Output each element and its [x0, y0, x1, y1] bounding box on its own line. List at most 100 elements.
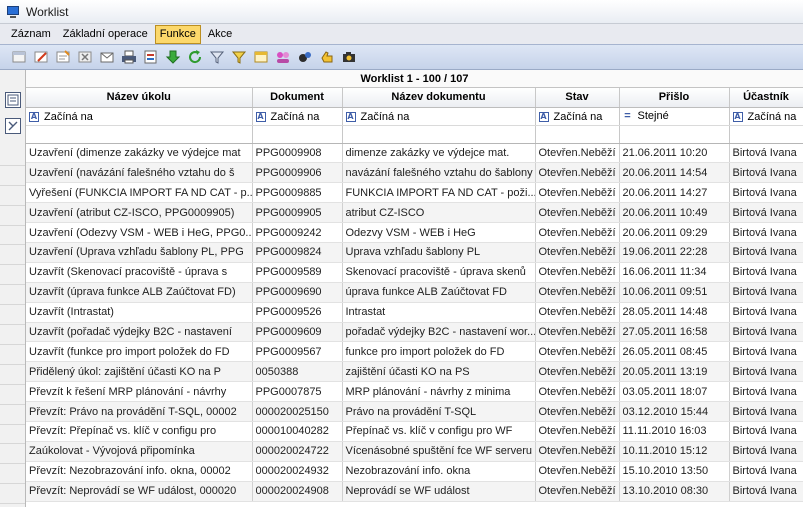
mail-icon[interactable]	[98, 48, 116, 66]
column-header-stav[interactable]: Stav	[535, 88, 620, 108]
cell-stav[interactable]: Otevřen.Neběží	[535, 162, 620, 184]
cell-nazev-dokumentu[interactable]: Právo na provádění T-SQL	[342, 401, 536, 422]
new-record-icon[interactable]	[10, 48, 28, 66]
filter-input-prislo[interactable]	[619, 125, 730, 144]
table-row[interactable]: Uzavřít (funkce pro import položek do FD…	[26, 341, 803, 363]
cell-dokument[interactable]: PPG0007875	[252, 381, 343, 403]
filter-operator-nazev-dokumentu[interactable]: A Začíná na	[342, 107, 536, 126]
menu-zakladni-operace[interactable]: Základní operace	[58, 25, 153, 44]
filter-input-dokument[interactable]	[252, 125, 343, 144]
cell-nazev-ukolu[interactable]: Uzavřít (pořadač výdejky B2C - nastavení	[26, 322, 253, 343]
table-row[interactable]: Uzavřít (pořadač výdejky B2C - nastavení…	[26, 322, 803, 343]
cell-dokument[interactable]: PPG0009906	[252, 162, 343, 184]
cell-dokument[interactable]: 000020025150	[252, 401, 343, 422]
column-header-dokument[interactable]: Dokument	[252, 88, 343, 108]
cell-prislo[interactable]: 03.05.2011 18:07	[619, 381, 730, 403]
cell-stav[interactable]: Otevřen.Neběží	[535, 222, 620, 243]
filter-input-ucastnik[interactable]	[729, 125, 803, 144]
table-row[interactable]: Uzavření (navázání falešného vztahu do š…	[26, 162, 803, 184]
cell-nazev-dokumentu[interactable]: Neprovádí se WF událost	[342, 481, 536, 502]
cell-prislo[interactable]: 03.12.2010 15:44	[619, 401, 730, 422]
cell-nazev-ukolu[interactable]: Vyřešení (FUNKCIA IMPORT FA ND CAT - p..…	[26, 182, 253, 204]
filter-input-nazev-ukolu[interactable]	[26, 125, 253, 144]
menu-akce[interactable]: Akce	[203, 25, 237, 44]
table-row[interactable]: Zaúkolovat - Vývojová připomínka 00002002…	[26, 441, 803, 462]
cell-nazev-dokumentu[interactable]: Uprava vzhľadu šablony PL	[342, 242, 536, 263]
cell-dokument[interactable]: PPG0009609	[252, 322, 343, 343]
row-selector[interactable]	[0, 186, 25, 206]
move-down-icon[interactable]	[164, 48, 182, 66]
cell-dokument[interactable]: PPG0009690	[252, 282, 343, 303]
row-selector[interactable]	[0, 325, 25, 345]
clear-grid-icon[interactable]	[5, 118, 21, 134]
edit-record-icon[interactable]	[32, 48, 50, 66]
cell-nazev-dokumentu[interactable]: Vícenásobné spuštění fce WF serveru	[342, 441, 536, 462]
row-selector[interactable]	[0, 305, 25, 326]
hand-point-icon[interactable]	[318, 48, 336, 66]
cell-nazev-dokumentu[interactable]: Skenovací pracoviště - úprava skenů	[342, 262, 536, 283]
cell-prislo[interactable]: 10.06.2011 09:51	[619, 282, 730, 303]
edit-form-icon[interactable]	[54, 48, 72, 66]
cell-stav[interactable]: Otevřen.Neběží	[535, 361, 620, 383]
cell-nazev-dokumentu[interactable]: Přepínač vs. klíč v configu pro WF	[342, 421, 536, 442]
cell-stav[interactable]: Otevřen.Neběží	[535, 401, 620, 422]
cell-nazev-ukolu[interactable]: Zaúkolovat - Vývojová připomínka	[26, 441, 253, 462]
cell-nazev-dokumentu[interactable]: FUNKCIA IMPORT FA ND CAT - poži...	[342, 182, 536, 204]
table-row[interactable]: Převzít: Přepínač vs. klíč v configu pro…	[26, 421, 803, 442]
table-row[interactable]: Uzavření (dimenze zakázky ve výdejce mat…	[26, 143, 803, 164]
column-header-ucastnik[interactable]: Účastník	[729, 88, 803, 108]
cell-nazev-ukolu[interactable]: Přidělený úkol: zajištění účasti KO na P	[26, 361, 253, 383]
cell-ucastnik[interactable]: Birtová Ivana	[729, 143, 803, 164]
filter-operator-ucastnik[interactable]: A Začíná na	[729, 107, 803, 126]
cell-ucastnik[interactable]: Birtová Ivana	[729, 441, 803, 462]
cell-stav[interactable]: Otevřen.Neběží	[535, 143, 620, 164]
row-selector[interactable]	[0, 285, 25, 306]
window-icon[interactable]	[252, 48, 270, 66]
cell-stav[interactable]: Otevřen.Neběží	[535, 481, 620, 502]
row-selector[interactable]	[0, 385, 25, 405]
cell-prislo[interactable]: 20.06.2011 09:29	[619, 222, 730, 243]
row-selector[interactable]	[0, 265, 25, 286]
table-row[interactable]: Uzavřít (Intrastat) PPG0009526 Intrastat Ot…	[26, 302, 803, 323]
cell-dokument[interactable]: PPG0009908	[252, 143, 343, 164]
column-header-prislo[interactable]: Přišlo	[619, 88, 730, 108]
cell-nazev-dokumentu[interactable]: pořadač výdejky B2C - nastavení wor...	[342, 322, 536, 343]
cell-prislo[interactable]: 20.05.2011 13:19	[619, 361, 730, 383]
row-selector[interactable]	[0, 484, 25, 505]
cell-prislo[interactable]: 13.10.2010 08:30	[619, 481, 730, 502]
row-selector[interactable]	[0, 405, 25, 425]
print-icon[interactable]	[120, 48, 138, 66]
cell-ucastnik[interactable]: Birtová Ivana	[729, 341, 803, 363]
cell-dokument[interactable]: 000010040282	[252, 421, 343, 442]
export-icon[interactable]	[142, 48, 160, 66]
cell-ucastnik[interactable]: Birtová Ivana	[729, 202, 803, 224]
table-row[interactable]: Uzavření (Odezvy VSM - WEB i HeG, PPG0..…	[26, 222, 803, 243]
cell-ucastnik[interactable]: Birtová Ivana	[729, 421, 803, 442]
row-selector[interactable]	[0, 146, 25, 166]
cell-nazev-ukolu[interactable]: Převzít: Nezobrazování info. okna, 00002	[26, 461, 253, 482]
cell-stav[interactable]: Otevřen.Neběží	[535, 242, 620, 263]
cell-stav[interactable]: Otevřen.Neběží	[535, 282, 620, 303]
cell-ucastnik[interactable]: Birtová Ivana	[729, 381, 803, 403]
row-selector[interactable]	[0, 246, 25, 266]
cell-nazev-dokumentu[interactable]: Nezobrazování info. okna	[342, 461, 536, 482]
cell-dokument[interactable]: PPG0009567	[252, 341, 343, 363]
column-header-nazev-dokumentu[interactable]: Název dokumentu	[342, 88, 536, 108]
column-header-nazev-ukolu[interactable]: Název úkolu	[26, 88, 253, 108]
row-selector[interactable]	[0, 464, 25, 485]
cell-prislo[interactable]: 27.05.2011 16:58	[619, 322, 730, 343]
cell-stav[interactable]: Otevřen.Neběží	[535, 421, 620, 442]
cell-ucastnik[interactable]: Birtová Ivana	[729, 162, 803, 184]
cell-nazev-ukolu[interactable]: Uzavření (Odezvy VSM - WEB i HeG, PPG0..…	[26, 222, 253, 243]
row-selector[interactable]	[0, 425, 25, 445]
row-selector[interactable]	[0, 226, 25, 246]
row-selector[interactable]	[0, 206, 25, 226]
cell-dokument[interactable]: 000020024722	[252, 441, 343, 462]
cell-prislo[interactable]: 15.10.2010 13:50	[619, 461, 730, 482]
filter-operator-dokument[interactable]: A Začíná na	[252, 107, 343, 126]
cell-dokument[interactable]: PPG0009824	[252, 242, 343, 263]
cell-nazev-dokumentu[interactable]: zajištění účasti KO na PS	[342, 361, 536, 383]
cell-dokument[interactable]: 0050388	[252, 361, 343, 383]
cell-dokument[interactable]: PPG0009589	[252, 262, 343, 283]
cell-stav[interactable]: Otevřen.Neběží	[535, 341, 620, 363]
